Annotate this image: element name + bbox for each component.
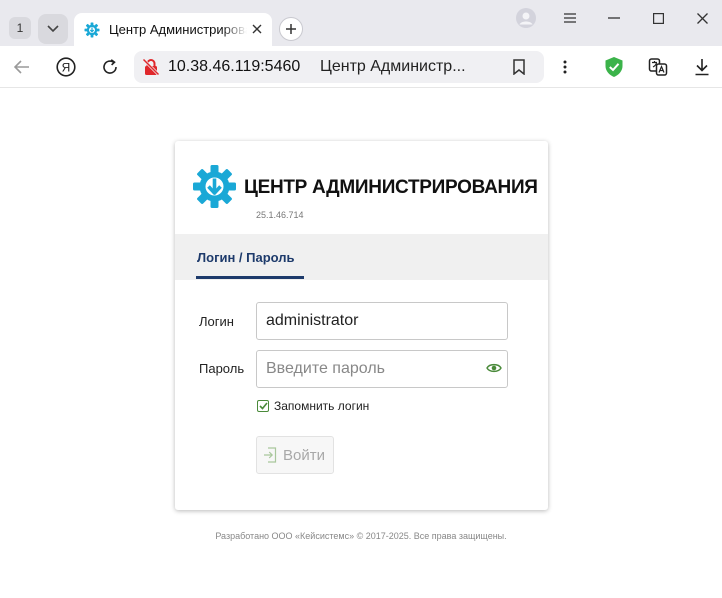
app-version: 25.1.46.714 [256,210,304,220]
translate-button[interactable] [645,54,671,80]
bookmark-icon[interactable] [512,59,526,80]
browser-toolbar: Я 10.38.46.119:5460 Центр Администр... [0,46,722,88]
tab-strip: 1 Центр Администрирован [0,0,722,46]
profile-button[interactable] [512,6,540,30]
login-input[interactable] [256,302,508,340]
remember-login[interactable]: Запомнить логин [257,399,369,413]
tab-title: Центр Администрирования [109,22,247,37]
browser-tab[interactable]: Центр Администрирования [74,13,272,46]
reload-icon [103,59,117,74]
footer-copyright: Разработано ООО «Кейсистемс» © 2017-2025… [215,531,507,541]
login-label: Логин [199,314,234,329]
reload-button[interactable] [97,54,123,80]
shield-check-icon [605,57,623,77]
auth-tabs: Логин / Пароль [175,234,548,280]
more-button[interactable] [552,54,578,80]
new-tab-button[interactable] [279,17,303,41]
yandex-icon: Я [56,57,76,77]
password-field [256,350,508,388]
tab-counter[interactable]: 1 [9,17,31,39]
hamburger-icon [564,13,576,23]
url-host: 10.38.46.119:5460 [168,58,301,75]
gear-download-icon [193,165,236,208]
eye-icon[interactable] [486,362,502,374]
close-icon [696,12,708,24]
login-card: ЦЕНТР АДМИНИСТРИРОВАНИЯ 25.1.46.714 Логи… [175,141,548,510]
remember-label: Запомнить логин [274,399,370,413]
browser-menu-button[interactable] [556,6,584,30]
minimize-icon [608,17,620,19]
chevron-down-icon [47,25,59,33]
tab-list-button[interactable] [38,14,68,44]
maximize-icon [652,12,664,24]
url-page-title: Центр Администр... [320,58,466,75]
tab-login-password[interactable]: Логин / Пароль [197,250,295,265]
back-button[interactable] [9,54,35,80]
svg-text:Я: Я [62,60,71,74]
translate-icon [648,58,668,76]
gear-download-icon [84,22,100,38]
check-icon [258,402,268,410]
password-label: Пароль [199,361,245,376]
password-input[interactable] [256,350,508,388]
insecure-lock-icon[interactable] [142,58,160,81]
close-icon [252,24,262,34]
close-window-button[interactable] [688,6,716,30]
tab-close-button[interactable] [250,22,264,36]
login-button-label: Войти [283,446,325,464]
yandex-button[interactable]: Я [53,54,79,80]
more-vertical-icon [563,60,567,74]
login-icon [264,447,277,463]
remember-checkbox[interactable] [257,400,269,412]
downloads-button[interactable] [689,54,715,80]
active-tab-indicator [196,276,304,279]
protect-button[interactable] [601,54,627,80]
minimize-button[interactable] [600,6,628,30]
arrow-left-icon [14,60,29,74]
download-icon [695,59,709,76]
maximize-button[interactable] [644,6,672,30]
address-bar[interactable]: 10.38.46.119:5460 Центр Администр... [134,51,544,83]
app-title: ЦЕНТР АДМИНИСТРИРОВАНИЯ [244,177,538,198]
plus-icon [286,24,296,34]
login-button[interactable]: Войти [256,436,334,474]
avatar-icon [516,8,536,28]
